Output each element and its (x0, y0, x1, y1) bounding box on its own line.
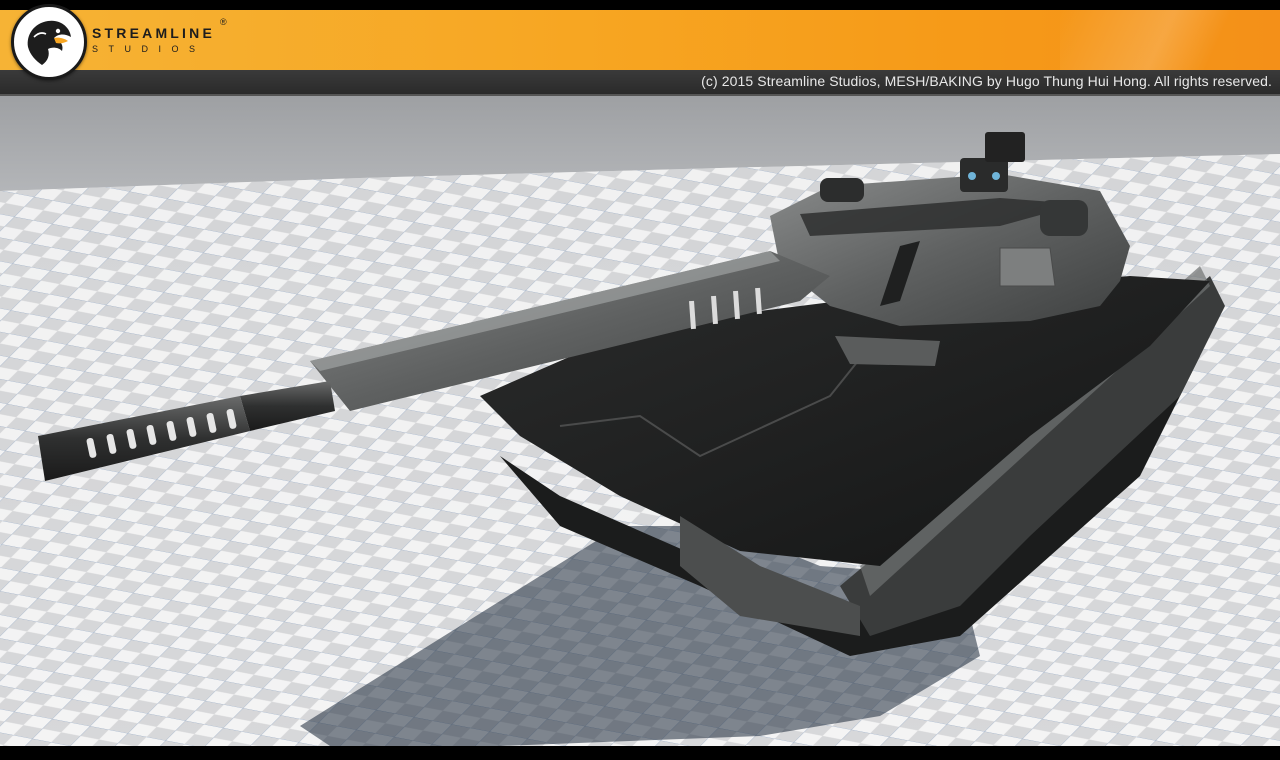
credit-bar: (c) 2015 Streamline Studios, MESH/BAKING… (0, 70, 1280, 96)
sight-housing (960, 158, 1008, 192)
turret-side-panel (999, 247, 1056, 287)
logo-badge (11, 4, 87, 80)
copyright-text: (c) 2015 Streamline Studios, MESH/BAKING… (701, 73, 1272, 89)
top-border (0, 0, 1280, 10)
dragon-logo-icon (17, 10, 81, 74)
screenshot-frame: STREAMLINE ® STUDIOS (c) 2015 Streamline… (0, 0, 1280, 760)
hatch-cover (835, 336, 940, 366)
commander-cupola (820, 178, 864, 202)
logo-subtitle: STUDIOS (92, 44, 206, 54)
render-viewport (0, 96, 1280, 746)
turret-sensor-pod (1040, 200, 1088, 236)
registered-mark: ® (220, 17, 227, 27)
bottom-border (0, 746, 1280, 760)
sight-lens-icon (968, 172, 976, 180)
logo-title: STREAMLINE (92, 25, 215, 41)
sight-lens-icon (992, 172, 1000, 180)
remote-weapon-station (985, 132, 1025, 162)
logo-wordmark: STREAMLINE ® STUDIOS (92, 17, 227, 55)
tank-render (0, 96, 1280, 746)
